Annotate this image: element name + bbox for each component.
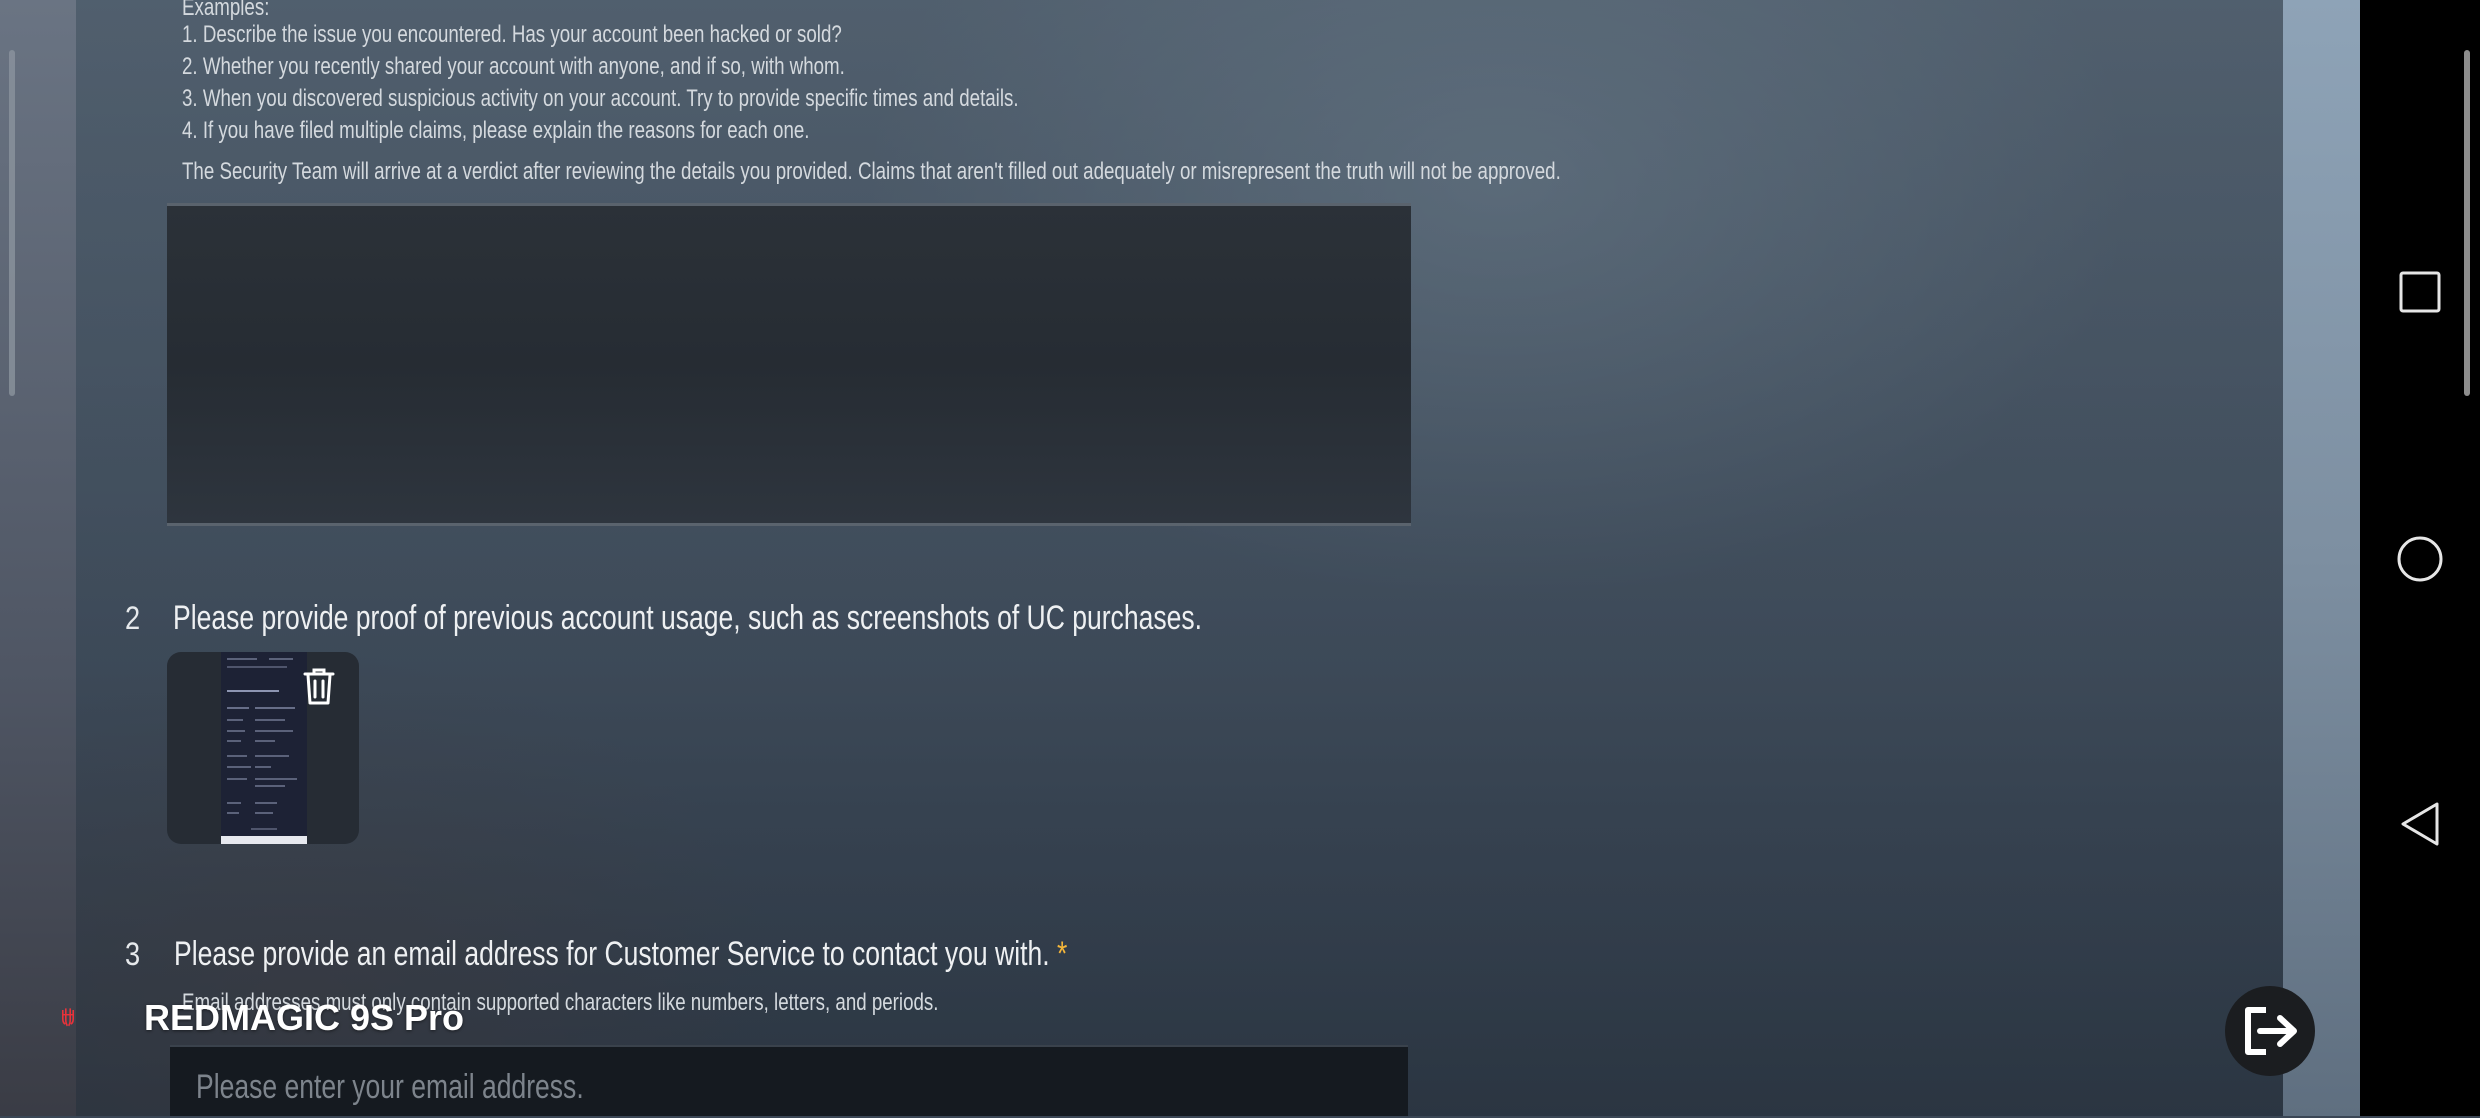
screenshot-preview-image: [221, 652, 307, 844]
exit-icon: [2245, 1007, 2297, 1055]
system-navigation-bar: [2360, 0, 2480, 1116]
right-margin-background: [2283, 0, 2360, 1116]
required-asterisk: *: [1056, 935, 1068, 973]
question-2-text: Please provide proof of previous account…: [173, 599, 1202, 637]
device-brand-label: REDMAGIC 9S Pro: [144, 997, 465, 1038]
triangle-back-icon[interactable]: [2399, 800, 2441, 848]
exit-button[interactable]: [2225, 986, 2315, 1076]
circle-icon[interactable]: [2396, 535, 2444, 583]
verdict-note: The Security Team will arrive at a verdi…: [182, 158, 1561, 185]
email-input[interactable]: [170, 1047, 1408, 1118]
examples-heading: Examples:: [182, 0, 270, 21]
uploaded-screenshot-thumbnail[interactable]: [167, 652, 359, 844]
redmagic-logo-icon: [62, 1008, 74, 1027]
email-field[interactable]: [170, 1045, 1408, 1118]
question-2-number: 2: [125, 600, 141, 636]
example-line-1: 1. Describe the issue you encountered. H…: [182, 21, 842, 48]
navbar-scroll-indicator: [2464, 50, 2470, 396]
question-3-label: Please provide an email address for Cust…: [174, 935, 1050, 973]
page-scrollbar[interactable]: [9, 50, 15, 396]
example-line-3: 3. When you discovered suspicious activi…: [182, 85, 1019, 112]
example-line-4: 4. If you have filed multiple claims, pl…: [182, 117, 810, 144]
example-line-2: 2. Whether you recently shared your acco…: [182, 53, 845, 80]
description-textarea[interactable]: [167, 203, 1411, 526]
question-3-text: Please provide an email address for Cust…: [174, 935, 1067, 974]
square-icon[interactable]: [2398, 270, 2442, 314]
trash-icon[interactable]: [301, 666, 337, 706]
